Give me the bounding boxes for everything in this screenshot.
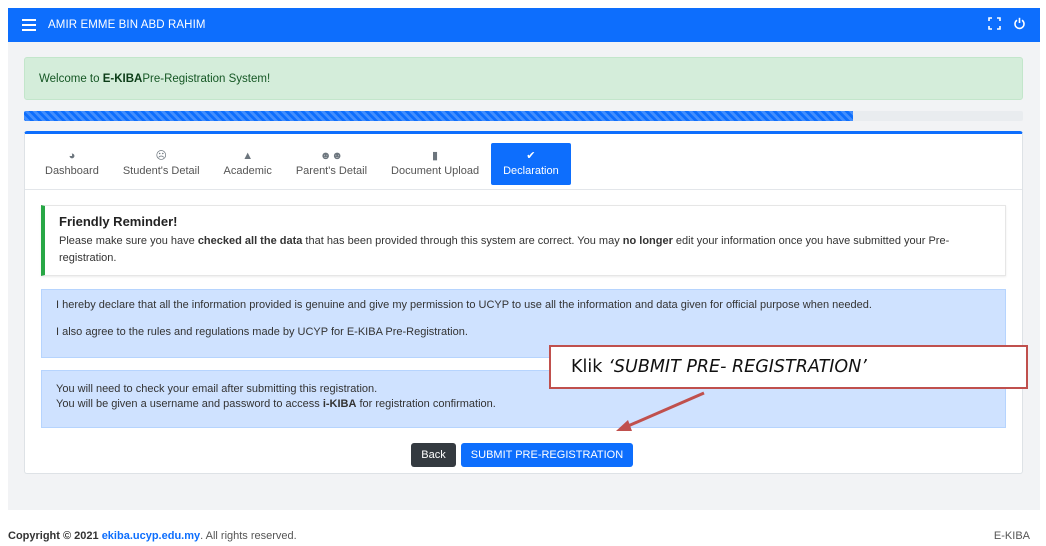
footer-link[interactable]: ekiba.ucyp.edu.my xyxy=(102,530,200,542)
footer-brand: E-KIBA xyxy=(993,530,1030,542)
footer-copyright: Copyright © 2021 ekiba.ucyp.edu.my. All … xyxy=(8,530,297,542)
rights-text: . All rights reserved. xyxy=(200,530,297,542)
annotation-arrow-icon xyxy=(616,391,705,431)
copyright-text: Copyright © 2021 xyxy=(8,530,102,542)
footer: Copyright © 2021 ekiba.ucyp.edu.my. All … xyxy=(8,526,1040,546)
